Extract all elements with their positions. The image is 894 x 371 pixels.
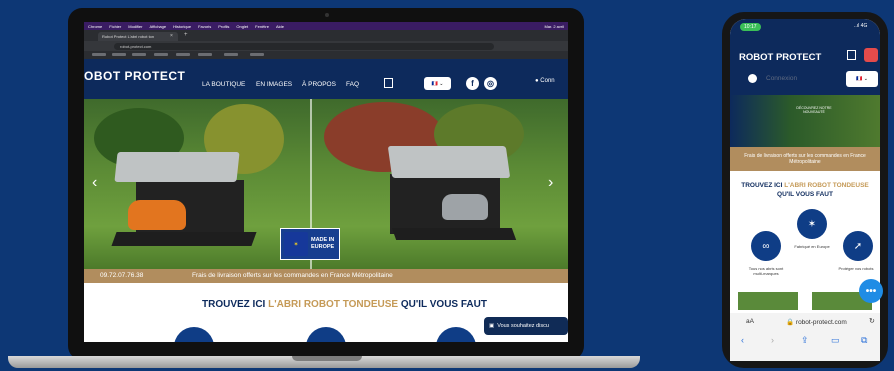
menu-item[interactable]: Favoris [198, 24, 211, 29]
bookmark[interactable] [112, 53, 126, 56]
robot-mower-grey [442, 194, 488, 220]
tabs-icon[interactable]: ⧉ [861, 335, 867, 346]
menu-item[interactable]: Fenêtre [255, 24, 269, 29]
laptop-screen: Chrome Fichier Modifier Affichage Histor… [84, 22, 568, 342]
instagram-icon[interactable]: ◎ [484, 77, 497, 90]
cart-icon[interactable] [384, 78, 393, 88]
robot-mower-orange [128, 200, 186, 230]
account-link[interactable]: ● Conn [535, 78, 555, 84]
feature-caption: Protéger vos robots [838, 266, 874, 271]
browser-tab[interactable]: Robot Protect L'abri robot ton [98, 32, 178, 41]
menu-icon[interactable] [864, 48, 878, 62]
shipping-text: Frais de livraison offerts sur les comma… [192, 272, 393, 279]
share-icon[interactable]: ⇪ [801, 335, 809, 346]
signal-icon: ..ıl 4G [854, 23, 868, 29]
reader-button[interactable]: aA [746, 318, 754, 325]
menu-item[interactable]: Onglet [236, 24, 248, 29]
language-select[interactable]: 🇫🇷 ⌄ [846, 71, 878, 87]
user-icon: ● [535, 78, 539, 84]
address-bar[interactable]: robot-protect.com [114, 43, 494, 50]
feature-icon [436, 327, 476, 342]
shelter-base [111, 232, 257, 246]
laptop-notch [292, 356, 362, 361]
bookmarks-icon[interactable]: ▭ [831, 335, 840, 346]
promo-banner[interactable] [730, 95, 880, 147]
bookmark[interactable] [198, 53, 212, 56]
eu-stars-icon: ✶ [284, 232, 308, 256]
feature-icon [306, 327, 346, 342]
close-icon[interactable]: × [170, 33, 173, 39]
language-select[interactable]: 🇫🇷 ⌄ [424, 77, 451, 90]
user-icon [748, 74, 757, 83]
account-label: Conn [540, 78, 555, 84]
nav-faq[interactable]: FAQ [346, 81, 359, 88]
login-link[interactable]: Connexion [766, 75, 797, 82]
banner-text: DÉCOUVREZ NOTRE NOUVEAUTÉ [796, 106, 832, 114]
shipping-banner: Frais de livraison offerts sur les comma… [730, 147, 880, 171]
chat-widget[interactable]: ▣ Vous souhaitez discu [484, 317, 568, 335]
cart-icon[interactable] [847, 50, 856, 60]
menu-item[interactable]: Affichage [149, 24, 166, 29]
nav-images[interactable]: EN IMAGES [256, 81, 292, 88]
headline-part: QU'IL VOUS FAUT [777, 191, 833, 198]
menu-item[interactable]: Profils [218, 24, 229, 29]
shelter-base [391, 228, 517, 240]
bookmark[interactable] [92, 53, 106, 56]
nav-boutique[interactable]: LA BOUTIQUE [202, 81, 245, 88]
menu-item[interactable]: Chrome [88, 24, 102, 29]
menu-item[interactable]: Historique [173, 24, 191, 29]
site-logo[interactable]: ROBOT PROTECT [739, 52, 821, 63]
chat-label: Vous souhaitez discu [497, 323, 549, 329]
product-thumbnail[interactable] [738, 292, 798, 310]
site-logo[interactable]: OBOT PROTECT [84, 69, 185, 83]
status-time: 10:17 [740, 23, 761, 31]
chevron-left-icon[interactable]: ‹ [92, 174, 97, 192]
menu-clock: Mar. 2 avril [544, 23, 564, 29]
menu-item[interactable]: Modifier [128, 24, 142, 29]
feature-caption: Fabriqué en Europe [794, 244, 830, 249]
badge-line: EUROPE [311, 244, 335, 250]
mac-menu-bar: Chrome Fichier Modifier Affichage Histor… [84, 22, 568, 30]
facebook-icon[interactable]: f [466, 77, 479, 90]
page-headline: TROUVEZ ICI L'ABRI ROBOT TONDEUSE QU'IL … [202, 299, 487, 310]
phone-number[interactable]: 09.72.07.76.38 [100, 272, 143, 279]
eu-stars-icon: ✶ [797, 209, 827, 239]
infinity-icon: ∞ [751, 231, 781, 261]
shelter-roof [387, 146, 511, 178]
page-headline: TROUVEZ ICI L'ABRI ROBOT TONDEUSE QU'IL … [738, 181, 872, 199]
reload-icon[interactable]: ↻ [869, 317, 875, 325]
shelter-roof [114, 152, 240, 182]
new-tab-icon[interactable]: + [184, 32, 188, 38]
rocket-icon: ➚ [843, 231, 873, 261]
forward-icon[interactable]: › [771, 335, 774, 345]
headline-part: QU'IL VOUS FAUT [398, 299, 487, 310]
chat-icon: ▣ [489, 323, 495, 329]
menu-item[interactable]: Aide [276, 24, 284, 29]
back-icon[interactable]: ‹ [741, 335, 744, 345]
nav-a-propos[interactable]: À PROPOS [302, 81, 336, 88]
badge-line: MADE IN [311, 237, 335, 243]
feature-caption: Tous nos abris sont multi-marques [748, 266, 784, 276]
webcam [325, 13, 329, 17]
headline-accent: L'ABRI ROBOT TONDEUSE [784, 182, 869, 189]
headline-part: TROUVEZ ICI [741, 182, 785, 189]
made-in-europe-badge: ✶ MADE IN EUROPE [280, 228, 340, 260]
chat-fab[interactable]: ••• [859, 279, 883, 303]
bookmark[interactable] [132, 53, 146, 56]
bookmark[interactable] [154, 53, 168, 56]
chevron-right-icon[interactable]: › [548, 174, 553, 192]
url-text[interactable]: 🔒 robot-protect.com [786, 318, 847, 326]
headline-part: TROUVEZ ICI [202, 299, 269, 310]
bookmark[interactable] [250, 53, 264, 56]
feature-icon [174, 327, 214, 342]
headline-accent: L'ABRI ROBOT TONDEUSE [268, 299, 399, 310]
bookmark[interactable] [224, 53, 238, 56]
bookmark[interactable] [176, 53, 190, 56]
menu-item[interactable]: Fichier [109, 24, 121, 29]
